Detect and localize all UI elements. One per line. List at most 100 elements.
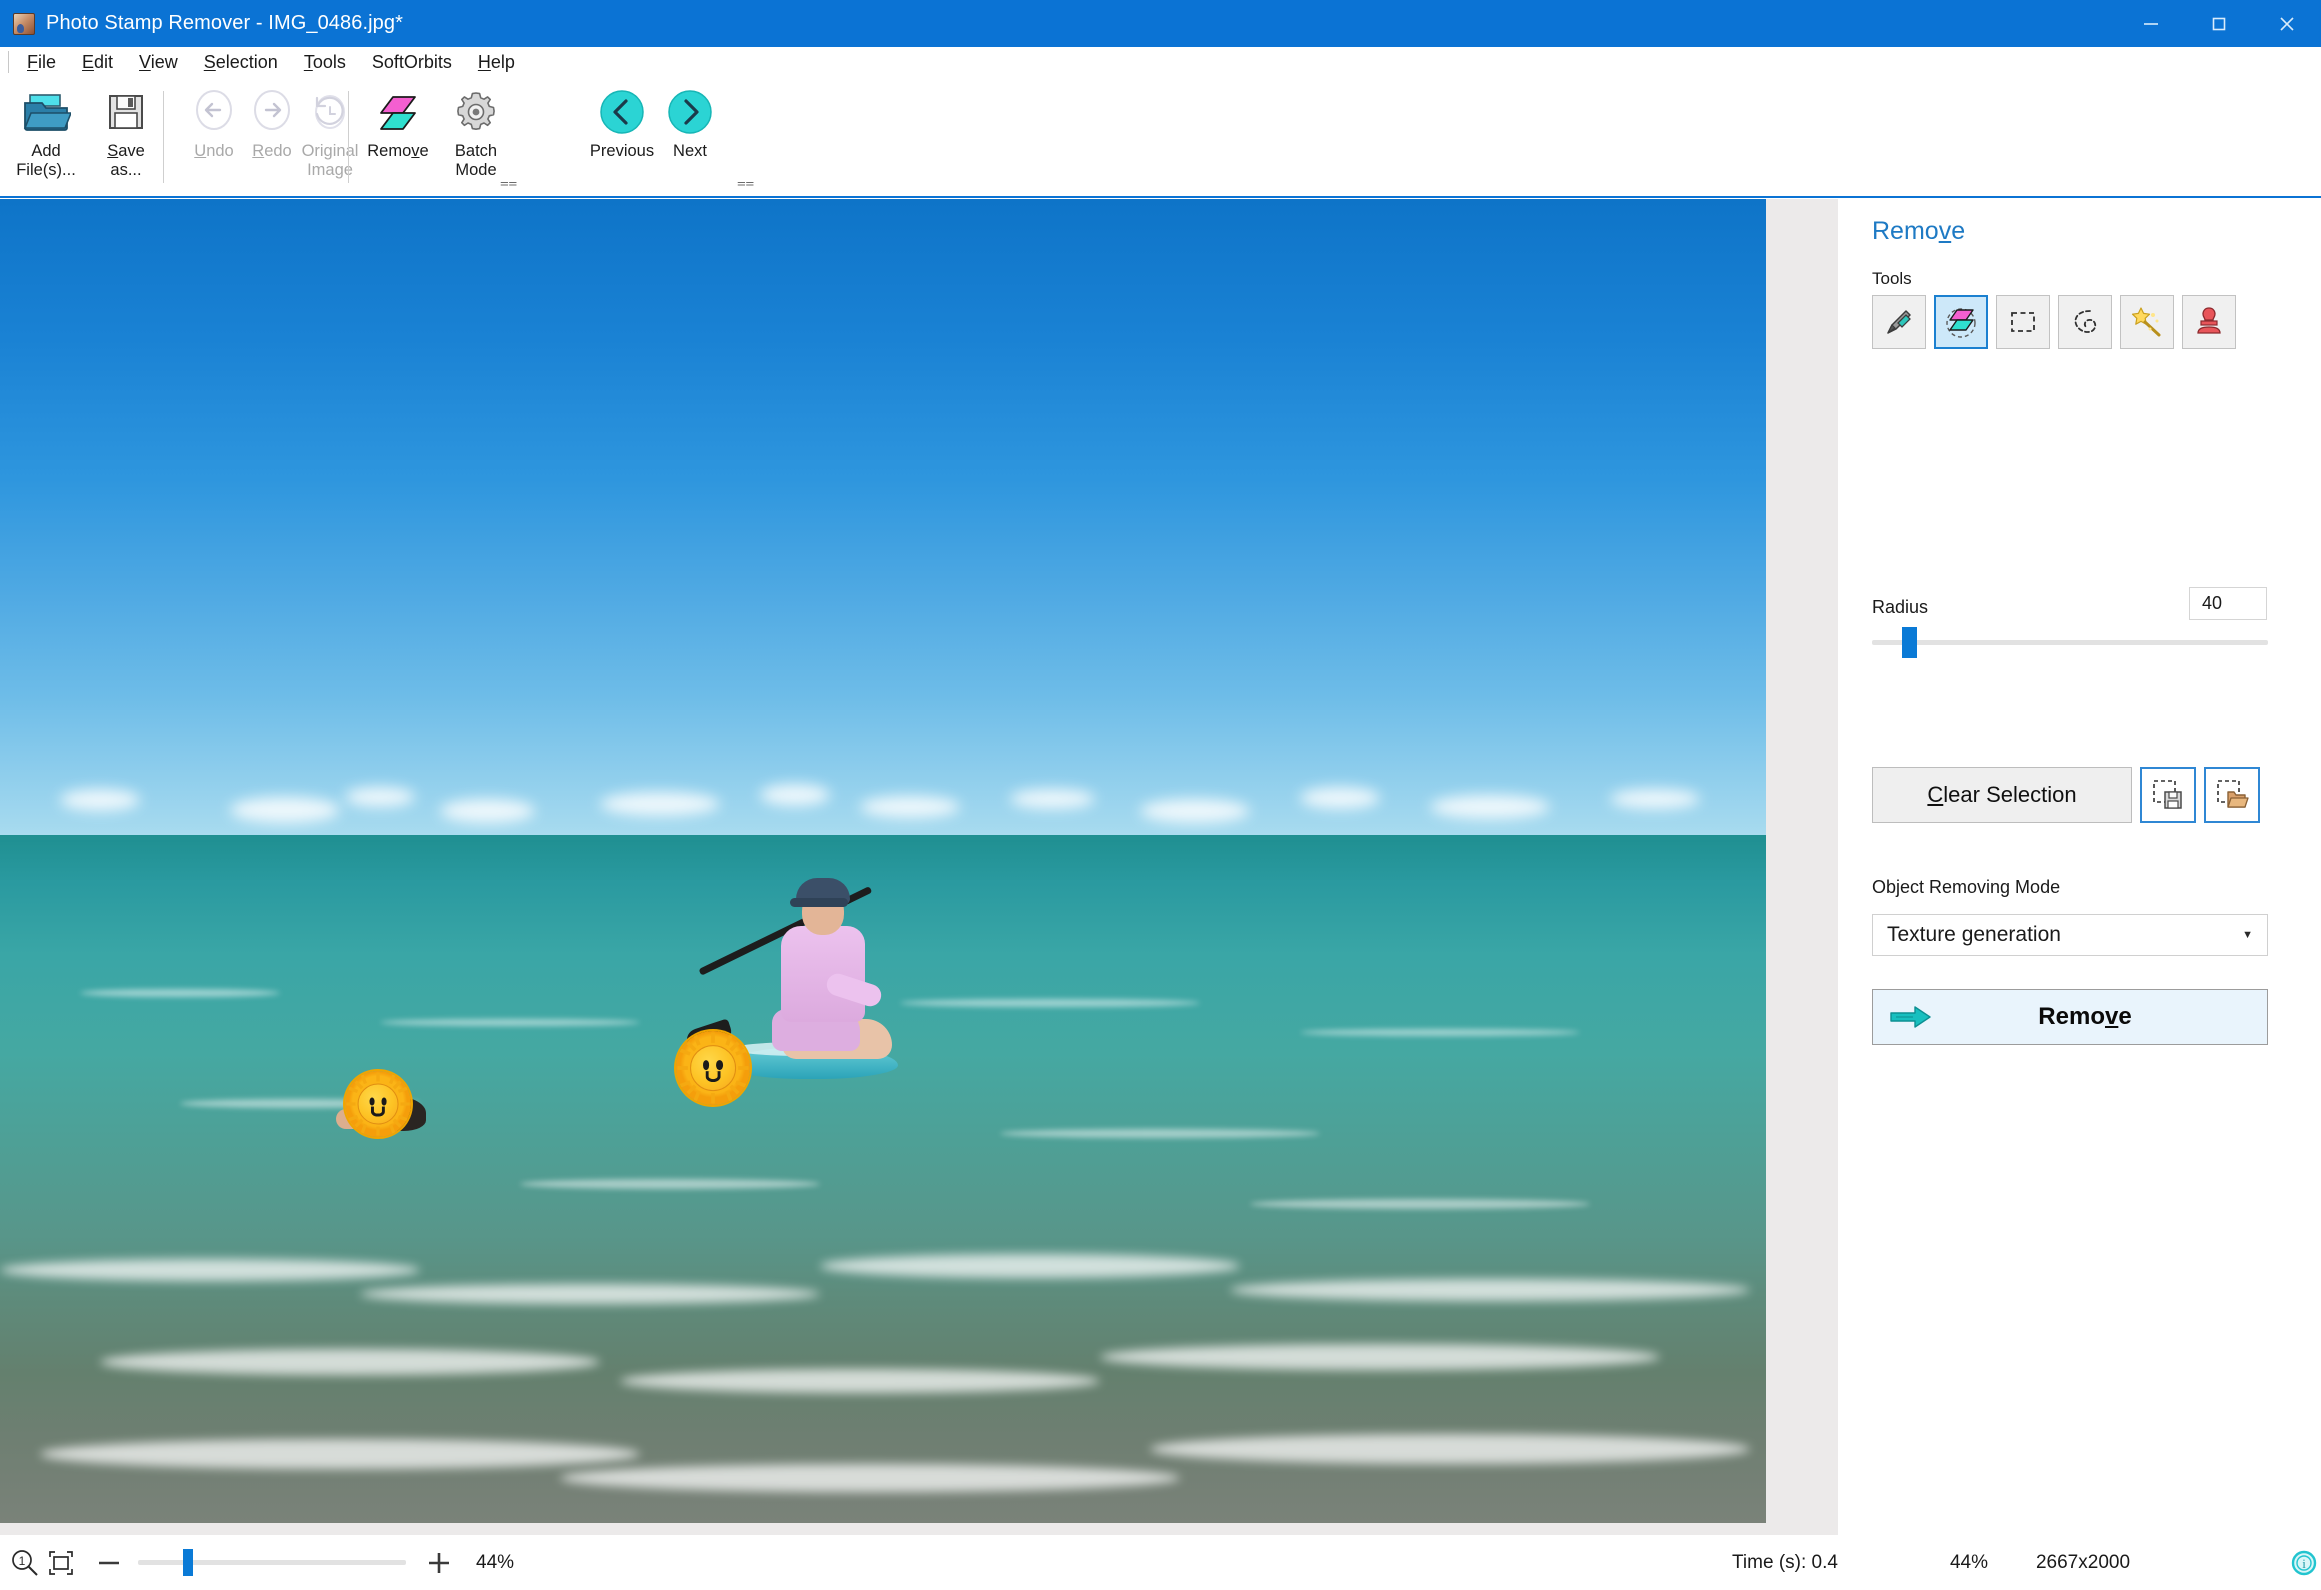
save-selection-icon[interactable] [2140,767,2196,823]
gear-icon [453,83,499,141]
load-selection-icon[interactable] [2204,767,2260,823]
sun-eye-left [369,1097,375,1106]
svg-text:i: i [2302,1556,2306,1571]
menu-selection[interactable]: Selection [191,47,291,77]
sea-foam [820,1254,1240,1278]
magic-wand-icon[interactable] [2120,295,2174,349]
menu-tools[interactable]: Tools [291,47,359,77]
radius-slider-track[interactable] [1872,640,2268,645]
zoom-in-button[interactable] [424,1548,454,1578]
sea-foam [560,1464,1180,1492]
sea-foam [40,1439,640,1469]
remove-ribbon-label: Remove [367,142,429,160]
info-circle-icon[interactable]: i [2290,1549,2318,1577]
photo-canvas[interactable] [0,199,1766,1523]
radius-label: Radius [1872,597,1929,617]
remove-action-button[interactable]: Remove [1872,989,2268,1045]
clear-selection-button[interactable]: Clear Selection [1872,767,2132,823]
cloud [600,792,720,816]
eraser-icon [375,83,421,141]
fit-to-window-icon[interactable] [46,1548,76,1578]
sun-mouth [705,1070,721,1083]
water-ripple [1300,1029,1580,1036]
chevron-down-icon: ▼ [2242,929,2253,941]
minimize-icon[interactable] [2117,0,2185,47]
remove-action-label: Remove [2038,1003,2132,1030]
menu-selection-rest: election [215,52,278,72]
menu-bar: File Edit View Selection Tools SoftOrbit… [0,47,2321,77]
zoom-slider-thumb[interactable] [183,1549,193,1576]
menu-tools-rest: ools [312,52,346,72]
maximize-icon[interactable] [2185,0,2253,47]
cloud [230,797,340,823]
next-label: Next [673,142,707,160]
sun-eye-right [381,1097,387,1106]
svg-text:1: 1 [19,1554,26,1568]
image-dimensions-label: 2667x2000 [2035,1551,2131,1573]
close-icon[interactable] [2253,0,2321,47]
paddler-torso [781,926,865,1022]
zoom-slider[interactable] [138,1549,406,1576]
title-bar: Photo Stamp Remover - IMG_0486.jpg* [0,0,2321,47]
window-controls [2117,0,2321,47]
zoom-percent-right: 44% [1949,1551,1988,1573]
marker-pen-icon[interactable] [1872,295,1926,349]
sea-far-region [0,835,1766,955]
ribbon-expand-1[interactable]: ⩵ [500,175,517,190]
menu-edit-rest: dit [94,52,114,72]
canvas-work-area[interactable] [0,199,1838,1535]
clone-stamp-icon[interactable] [2182,295,2236,349]
water-ripple [80,989,280,997]
object-removing-mode-label: Object Removing Mode [1872,877,2061,897]
menu-softorbits[interactable]: SoftOrbits [359,47,465,77]
next-button[interactable]: Next [644,83,736,191]
app-icon [13,12,35,35]
sun-smiley-icon[interactable] [676,1031,750,1105]
window-title: Photo Stamp Remover - IMG_0486.jpg* [46,12,404,34]
sea-foam [100,1349,600,1375]
open-folder-icon [21,83,71,141]
sun-face [690,1045,736,1091]
ribbon-divider-1 [163,91,164,183]
zoom-slider-track[interactable] [138,1549,406,1576]
cloud [440,799,535,823]
chevron-right-circle-icon [665,83,715,141]
menu-file-rest: ile [38,52,57,72]
zoom-percent-left: 44% [476,1551,515,1573]
save-as-button[interactable]: Save as... [80,83,172,191]
radius-value-input[interactable]: 40 [2189,587,2267,620]
rectangle-select-icon[interactable] [1996,295,2050,349]
panel-title: Remove [1872,217,1966,245]
sun-smiley-icon[interactable] [345,1071,411,1137]
cloud [860,796,960,818]
cloud [1610,789,1700,809]
sea-foam [1150,1434,1750,1464]
object-removing-mode-select[interactable]: Texture generation ▼ [1872,914,2268,956]
sun-mouth [371,1106,385,1117]
sea-foam [360,1284,820,1304]
menu-help[interactable]: Help [465,47,528,77]
sun-face [357,1083,399,1125]
tools-row [1872,295,2236,349]
cloud [760,784,830,806]
original-image-label: Original Image [301,142,359,179]
add-files-button[interactable]: Add File(s)... [0,83,92,191]
water-ripple [900,999,1200,1007]
ribbon-expand-2[interactable]: ⩵ [737,175,754,190]
remove-panel: Remove Tools Radius 40 C lear Selection … [1838,199,2321,1535]
cloud [345,787,415,807]
menu-view[interactable]: View [126,47,191,77]
eraser-brush-icon[interactable] [1934,295,1988,349]
menu-file[interactable]: File [14,47,69,77]
sun-eye-right [716,1060,724,1071]
radius-slider-thumb[interactable] [1902,627,1917,658]
zoom-out-button[interactable] [94,1548,124,1578]
menu-view-rest: iew [150,52,178,72]
ribbon-toolbar: Add File(s)... Save as... Undo Redo Orig… [0,77,2321,198]
ribbon-divider-2 [348,91,349,183]
chevron-left-circle-icon [597,83,647,141]
lasso-select-icon[interactable] [2058,295,2112,349]
menu-edit[interactable]: Edit [69,47,126,77]
cloud [1430,795,1550,819]
zoom-one-to-one-icon[interactable]: 1 [10,1548,40,1578]
